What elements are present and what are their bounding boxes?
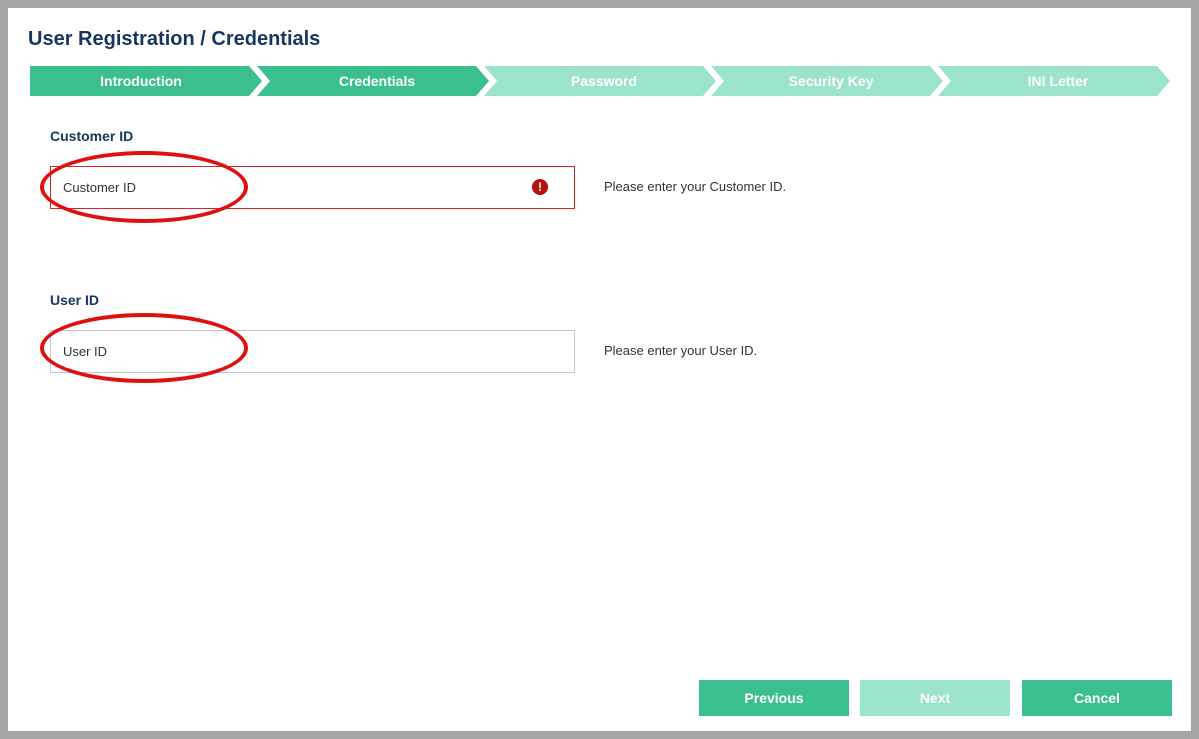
customer-id-hint: Please enter your Customer ID.: [604, 179, 787, 194]
step-credentials: Credentials: [257, 66, 489, 96]
step-label: Password: [570, 73, 638, 89]
next-button[interactable]: Next: [860, 680, 1010, 716]
user-id-hint: Please enter your User ID.: [604, 343, 758, 358]
customer-id-field[interactable]: [50, 166, 575, 209]
step-label: Introduction: [100, 73, 182, 89]
progress-steps: Introduction Credentials Password Securi…: [30, 66, 1170, 96]
step-introduction: Introduction: [30, 66, 262, 96]
exclamation-icon: !: [532, 179, 548, 195]
step-label: Credentials: [338, 73, 416, 89]
step-security-key: Security Key: [711, 66, 943, 96]
customer-id-label: Customer ID: [50, 128, 134, 144]
step-label: Security Key: [788, 73, 874, 89]
cancel-button[interactable]: Cancel: [1022, 680, 1172, 716]
page-title: User Registration / Credentials: [28, 28, 321, 50]
user-id-field[interactable]: [50, 330, 575, 373]
step-password: Password: [484, 66, 716, 96]
user-id-label: User ID: [50, 292, 100, 308]
step-label: INI Letter: [1027, 73, 1089, 89]
step-ini-letter: INI Letter: [938, 66, 1170, 96]
previous-button[interactable]: Previous: [699, 680, 849, 716]
